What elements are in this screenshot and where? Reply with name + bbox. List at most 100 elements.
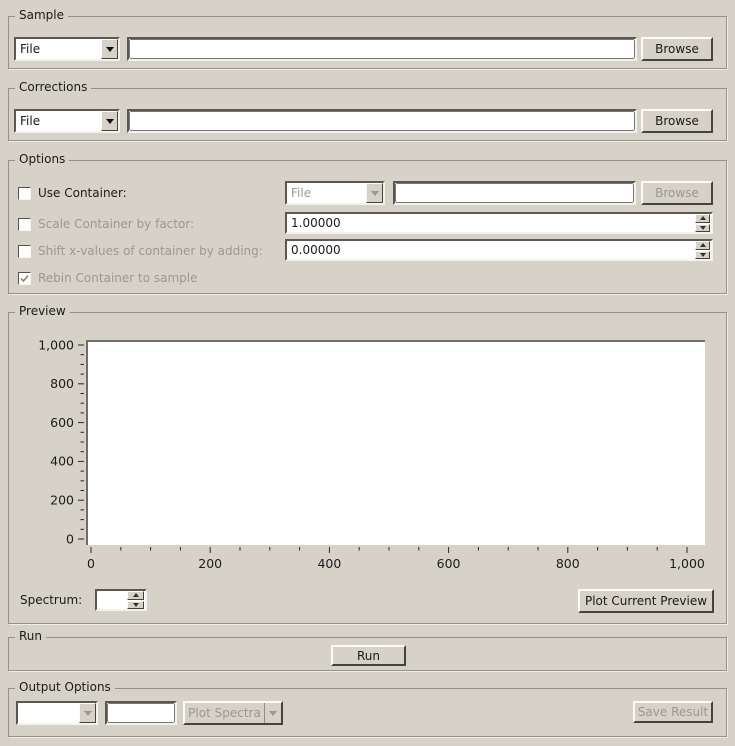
preview-plot: 0 200 400 600 800 1,000 0 200 400 600 800 1,000: [9, 313, 726, 581]
svg-text:400: 400: [50, 454, 74, 469]
output-options-group-title: Output Options: [15, 680, 115, 694]
spin-up-button[interactable]: [695, 214, 710, 223]
scale-factor-spinbox[interactable]: [285, 212, 713, 234]
rebin-container-checkbox[interactable]: [18, 272, 31, 285]
container-type-dropdown-button[interactable]: [366, 183, 383, 203]
run-button[interactable]: Run: [331, 645, 406, 666]
sample-file-input[interactable]: [129, 39, 635, 59]
spin-up-button[interactable]: [695, 241, 710, 250]
sample-browse-label: Browse: [655, 42, 699, 56]
triangle-up-icon: [133, 593, 139, 597]
scale-container-checkbox[interactable]: [18, 218, 31, 231]
plot-spectra-label: Plot Spectra: [185, 703, 264, 723]
scale-container-label: Scale Container by factor:: [38, 217, 194, 231]
svg-text:1,000: 1,000: [669, 556, 705, 571]
container-file-input[interactable]: [395, 183, 634, 203]
triangle-up-icon: [700, 243, 706, 247]
spectrum-spinbox[interactable]: [95, 589, 147, 611]
plot-spectra-dropdown-button[interactable]: [264, 703, 281, 723]
checkmark-icon: [20, 274, 29, 283]
sample-file-input-wrap: [127, 37, 637, 61]
save-result-button[interactable]: Save Result: [633, 701, 713, 723]
svg-text:800: 800: [556, 556, 580, 571]
corrections-group-title: Corrections: [15, 80, 91, 94]
sample-type-dropdown-button[interactable]: [101, 39, 118, 59]
container-file-input-wrap: [393, 181, 636, 205]
scale-factor-spin-buttons: [695, 214, 711, 232]
container-browse-button[interactable]: Browse: [641, 181, 713, 205]
corrections-group: Corrections File Browse: [8, 88, 727, 141]
run-button-label: Run: [357, 649, 380, 663]
svg-text:600: 600: [50, 415, 74, 430]
shift-xvalues-label: Shift x-values of container by adding:: [38, 244, 263, 258]
corrections-type-dropdown-button[interactable]: [101, 111, 118, 131]
container-type-combobox[interactable]: File: [285, 181, 385, 205]
output-name-input-wrap: [105, 701, 177, 725]
chevron-down-icon: [84, 711, 92, 716]
sample-type-value: File: [16, 42, 101, 56]
svg-text:800: 800: [50, 376, 74, 391]
chevron-down-icon: [106, 47, 114, 52]
run-group: Run Run: [8, 637, 727, 671]
shift-xvalues-checkbox[interactable]: [18, 245, 31, 258]
rebin-container-row: Rebin Container to sample: [18, 269, 198, 287]
triangle-down-icon: [700, 253, 706, 257]
corrections-file-input[interactable]: [129, 111, 635, 131]
run-group-title: Run: [15, 629, 46, 643]
use-container-row: Use Container:: [18, 184, 127, 202]
corrections-browse-button[interactable]: Browse: [641, 109, 713, 133]
shift-xvalues-row: Shift x-values of container by adding:: [18, 242, 263, 260]
plot-current-preview-label: Plot Current Preview: [585, 594, 707, 608]
save-result-label: Save Result: [638, 705, 708, 719]
triangle-up-icon: [700, 216, 706, 220]
corrections-type-value: File: [16, 114, 101, 128]
spectrum-row: Spectrum:: [20, 591, 82, 609]
sample-group: Sample File Browse: [8, 16, 727, 69]
output-options-group: Output Options Plot Spectra Save Result: [8, 688, 727, 737]
spectrum-input[interactable]: [97, 591, 127, 609]
container-browse-label: Browse: [655, 186, 699, 200]
use-container-label: Use Container:: [38, 186, 127, 200]
corrections-type-combobox[interactable]: File: [14, 109, 120, 133]
options-group-title: Options: [15, 152, 69, 166]
output-name-input[interactable]: [107, 703, 175, 723]
spectrum-label: Spectrum:: [20, 593, 82, 607]
spin-down-button[interactable]: [695, 224, 710, 233]
scale-container-row: Scale Container by factor:: [18, 215, 194, 233]
apply-corrections-window: { "colors": { "window_bg": "#d6d2c8", "d…: [0, 0, 735, 746]
plot-current-preview-button[interactable]: Plot Current Preview: [578, 589, 714, 613]
preview-group: Preview 02004006008001,00002004006008001…: [8, 312, 727, 624]
chevron-down-icon: [106, 119, 114, 124]
triangle-down-icon: [700, 226, 706, 230]
spectrum-spin-buttons: [127, 591, 145, 609]
chevron-down-icon: [371, 191, 379, 196]
svg-text:1,000: 1,000: [38, 337, 74, 352]
shift-value-spinbox[interactable]: [285, 239, 713, 261]
output-workspace-combobox[interactable]: [16, 701, 98, 725]
plot-spectra-split-button[interactable]: Plot Spectra: [183, 701, 283, 725]
rebin-container-label: Rebin Container to sample: [38, 271, 198, 285]
svg-text:200: 200: [198, 556, 222, 571]
svg-text:600: 600: [437, 556, 461, 571]
shift-value-spin-buttons: [695, 241, 711, 259]
chevron-down-icon: [269, 711, 277, 716]
corrections-file-input-wrap: [127, 109, 637, 133]
use-container-checkbox[interactable]: [18, 187, 31, 200]
shift-value-input[interactable]: [287, 241, 695, 259]
sample-group-title: Sample: [15, 8, 68, 22]
triangle-down-icon: [133, 603, 139, 607]
svg-text:400: 400: [317, 556, 341, 571]
scale-factor-input[interactable]: [287, 214, 695, 232]
container-type-value: File: [287, 186, 366, 200]
spin-down-button[interactable]: [127, 601, 144, 610]
corrections-browse-label: Browse: [655, 114, 699, 128]
svg-text:0: 0: [66, 531, 74, 546]
output-workspace-dropdown-button[interactable]: [79, 703, 96, 723]
options-group: Options Use Container: File Browse Scale…: [8, 160, 727, 294]
sample-browse-button[interactable]: Browse: [641, 37, 713, 61]
svg-text:0: 0: [87, 556, 95, 571]
sample-type-combobox[interactable]: File: [14, 37, 120, 61]
spin-down-button[interactable]: [695, 251, 710, 260]
spin-up-button[interactable]: [127, 591, 144, 600]
svg-text:200: 200: [50, 493, 74, 508]
